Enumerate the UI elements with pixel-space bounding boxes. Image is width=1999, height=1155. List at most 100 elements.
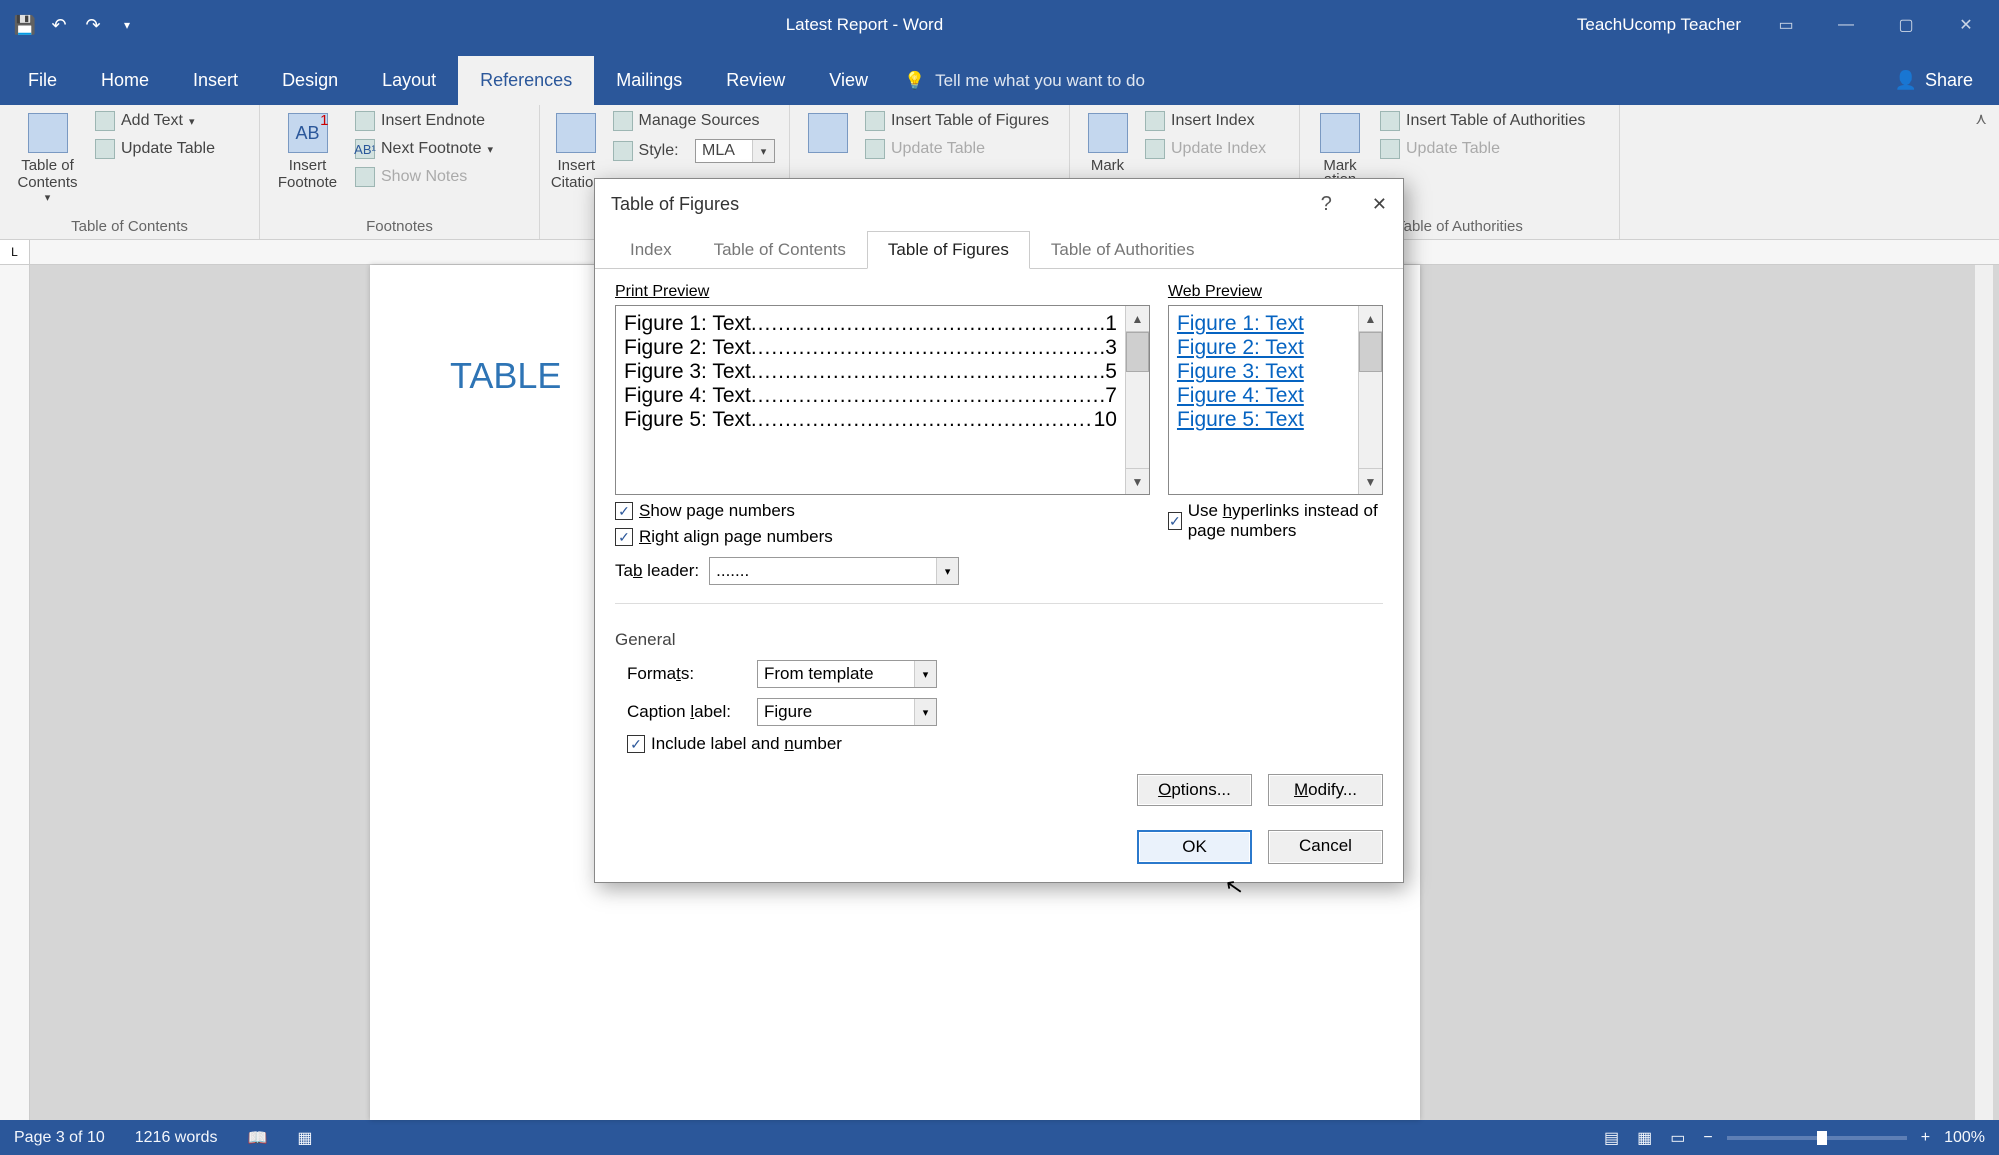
show-page-numbers-checkbox[interactable]: ✓ Show page numbers: [615, 501, 1150, 521]
web-preview-scrollbar[interactable]: ▲ ▼: [1358, 306, 1382, 494]
zoom-out-icon[interactable]: −: [1703, 1129, 1712, 1147]
show-notes-icon: [355, 167, 375, 187]
vertical-scrollbar[interactable]: [1975, 265, 1993, 1120]
chevron-down-icon: ▾: [936, 558, 958, 584]
insert-index-button[interactable]: Insert Index: [1141, 109, 1270, 133]
mark-citation-button[interactable]: Mark ation: [1310, 109, 1370, 188]
web-preview-link[interactable]: Figure 3: Text: [1177, 360, 1350, 384]
web-preview-link[interactable]: Figure 4: Text: [1177, 384, 1350, 408]
save-icon[interactable]: 💾: [14, 14, 36, 36]
scroll-up-icon[interactable]: ▲: [1359, 306, 1382, 332]
insert-table-of-figures-button[interactable]: Insert Table of Figures: [861, 109, 1053, 133]
spellcheck-icon[interactable]: 📖: [247, 1128, 267, 1148]
insert-footnote-button[interactable]: AB1 Insert Footnote: [270, 109, 345, 191]
print-preview-row: Figure 4: Text..........................…: [624, 384, 1117, 408]
tab-insert[interactable]: Insert: [171, 56, 260, 105]
toc-icon: [28, 113, 68, 153]
close-icon[interactable]: ✕: [1951, 15, 1981, 35]
titlebar: 💾 ↶ ↷ ▾ Latest Report - Word TeachUcomp …: [0, 0, 1999, 50]
account-name[interactable]: TeachUcomp Teacher: [1577, 15, 1741, 35]
dialog-tab-toc[interactable]: Table of Contents: [693, 231, 867, 269]
print-preview-scrollbar[interactable]: ▲ ▼: [1125, 306, 1149, 494]
scroll-thumb[interactable]: [1126, 332, 1149, 372]
include-label-checkbox[interactable]: ✓ Include label and number: [627, 734, 1383, 754]
mark-entry-button[interactable]: Mark: [1080, 109, 1135, 174]
citation-style-select[interactable]: Style: MLA▾: [609, 137, 779, 165]
read-mode-icon[interactable]: ▤: [1604, 1128, 1619, 1148]
web-preview-link[interactable]: Figure 1: Text: [1177, 312, 1350, 336]
tab-references[interactable]: References: [458, 56, 594, 105]
table-of-contents-button[interactable]: Table of Contents▾: [10, 109, 85, 204]
dialog-close-icon[interactable]: ✕: [1372, 194, 1387, 215]
tab-home[interactable]: Home: [79, 56, 171, 105]
print-preview-label: Print Preview: [615, 283, 709, 301]
collapse-ribbon-icon[interactable]: ⋏: [1975, 109, 1987, 129]
tab-view[interactable]: View: [807, 56, 890, 105]
insert-caption-button[interactable]: [800, 109, 855, 157]
insert-endnote-button[interactable]: Insert Endnote: [351, 109, 497, 133]
print-preview-row: Figure 5: Text..........................…: [624, 408, 1117, 432]
macro-icon[interactable]: ▦: [297, 1128, 312, 1148]
cancel-button[interactable]: Cancel: [1268, 830, 1383, 864]
use-hyperlinks-checkbox[interactable]: ✓ Use hyperlinks instead of page numbers: [1168, 501, 1383, 541]
tab-selector[interactable]: L: [0, 240, 30, 264]
share-button[interactable]: 👤 Share: [1869, 56, 1999, 105]
qat-customize-icon[interactable]: ▾: [116, 14, 138, 36]
scroll-down-icon[interactable]: ▼: [1126, 468, 1149, 494]
group-label-footnotes: Footnotes: [270, 218, 529, 237]
add-text-button[interactable]: Add Text▾: [91, 109, 219, 133]
web-preview-link[interactable]: Figure 2: Text: [1177, 336, 1350, 360]
print-preview-row: Figure 2: Text..........................…: [624, 336, 1117, 360]
manage-sources-button[interactable]: Manage Sources: [609, 109, 779, 133]
tab-review[interactable]: Review: [704, 56, 807, 105]
print-preview-row: Figure 1: Text..........................…: [624, 312, 1117, 336]
scroll-down-icon[interactable]: ▼: [1359, 468, 1382, 494]
index-icon: [1145, 111, 1165, 131]
dialog-tab-index[interactable]: Index: [609, 231, 693, 269]
maximize-icon[interactable]: ▢: [1891, 15, 1921, 35]
tab-leader-select[interactable]: ....... ▾: [709, 557, 959, 585]
undo-icon[interactable]: ↶: [48, 14, 70, 36]
tab-design[interactable]: Design: [260, 56, 360, 105]
page-indicator[interactable]: Page 3 of 10: [14, 1129, 105, 1147]
zoom-in-icon[interactable]: +: [1921, 1129, 1930, 1147]
update-tof-icon: [865, 139, 885, 159]
caption-label-select[interactable]: Figure ▾: [757, 698, 937, 726]
share-icon: 👤: [1895, 70, 1917, 91]
tab-mailings[interactable]: Mailings: [594, 56, 704, 105]
mark-citation-icon: [1320, 113, 1360, 153]
ribbon-display-icon[interactable]: ▭: [1771, 15, 1801, 35]
tell-me-search[interactable]: 💡 Tell me what you want to do: [904, 71, 1145, 105]
checkbox-icon: ✓: [615, 528, 633, 546]
dialog-tab-toa[interactable]: Table of Authorities: [1030, 231, 1216, 269]
redo-icon[interactable]: ↷: [82, 14, 104, 36]
vertical-ruler[interactable]: [0, 265, 30, 1120]
word-count[interactable]: 1216 words: [135, 1129, 218, 1147]
next-footnote-button[interactable]: AB¹Next Footnote▾: [351, 137, 497, 161]
print-layout-icon[interactable]: ▦: [1637, 1128, 1652, 1148]
tab-leader-label: Tab leader:: [615, 561, 699, 581]
tab-file[interactable]: File: [6, 56, 79, 105]
modify-button[interactable]: Modify...: [1268, 774, 1383, 806]
scroll-thumb[interactable]: [1359, 332, 1382, 372]
web-preview-link[interactable]: Figure 5: Text: [1177, 408, 1350, 432]
dialog-tab-tof[interactable]: Table of Figures: [867, 231, 1030, 269]
window-title: Latest Report - Word: [152, 15, 1577, 35]
zoom-slider[interactable]: [1727, 1136, 1907, 1140]
zoom-level[interactable]: 100%: [1944, 1129, 1985, 1147]
mark-entry-icon: [1088, 113, 1128, 153]
update-icon: [95, 139, 115, 159]
update-table-button[interactable]: Update Table: [91, 137, 219, 161]
ok-button[interactable]: OK: [1137, 830, 1252, 864]
dialog-help-icon[interactable]: ?: [1321, 193, 1332, 216]
chevron-down-icon: ▾: [752, 140, 774, 162]
sources-icon: [613, 111, 633, 131]
tab-layout[interactable]: Layout: [360, 56, 458, 105]
web-layout-icon[interactable]: ▭: [1670, 1128, 1685, 1148]
options-button[interactable]: Options...: [1137, 774, 1252, 806]
right-align-checkbox[interactable]: ✓ Right align page numbers: [615, 527, 1150, 547]
scroll-up-icon[interactable]: ▲: [1126, 306, 1149, 332]
minimize-icon[interactable]: —: [1831, 16, 1861, 34]
insert-toa-button[interactable]: Insert Table of Authorities: [1376, 109, 1589, 133]
formats-select[interactable]: From template ▾: [757, 660, 937, 688]
